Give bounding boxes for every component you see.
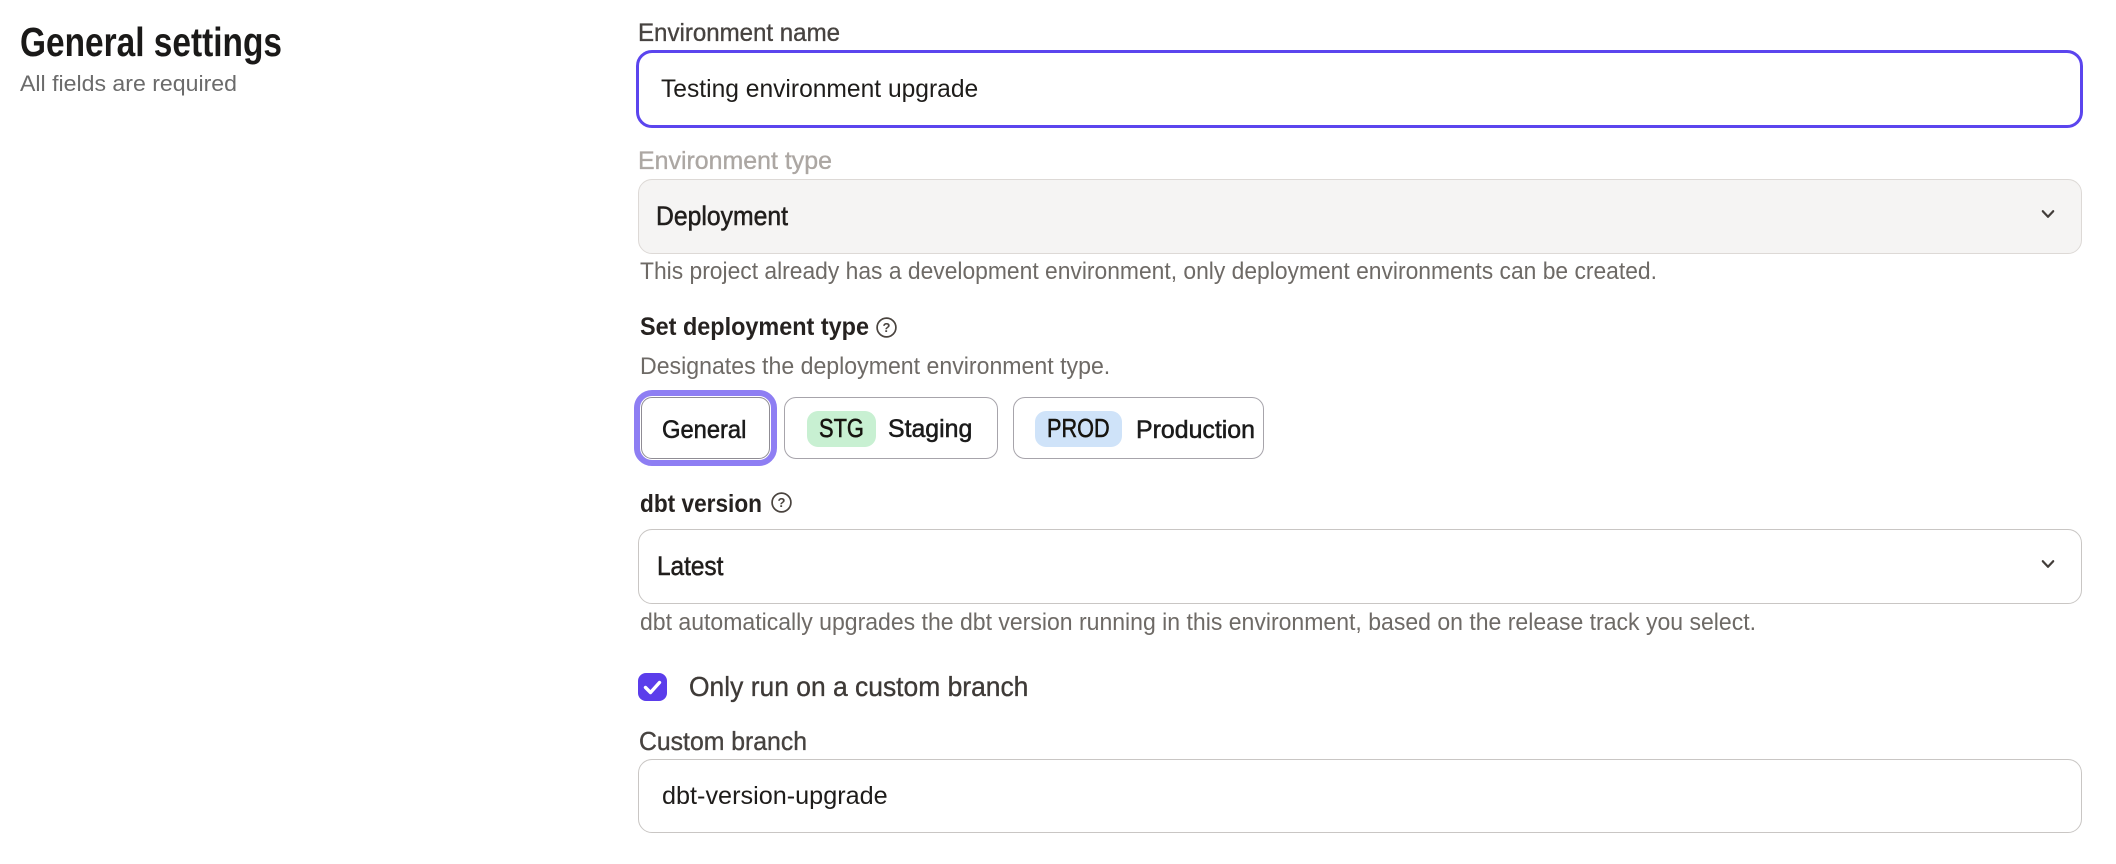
svg-text:?: ? (883, 320, 891, 335)
svg-text:?: ? (778, 495, 786, 510)
